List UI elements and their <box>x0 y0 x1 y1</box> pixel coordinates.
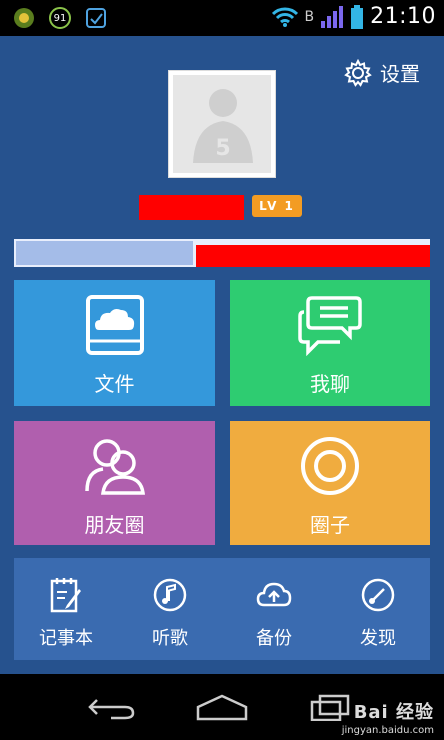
badge-91-icon: 91 <box>48 6 72 30</box>
tool-music[interactable]: 听歌 <box>118 558 222 660</box>
tool-backup-label: 备份 <box>256 628 292 649</box>
cloud-folder-icon <box>84 294 146 356</box>
gear-icon <box>344 58 372 87</box>
redacted-username <box>139 195 244 220</box>
chat-bubbles-icon <box>298 294 362 356</box>
default-avatar-icon: 5 <box>193 89 253 163</box>
level-progress-fill <box>16 241 194 265</box>
redacted-progress-text <box>196 245 430 267</box>
baidu-watermark: Bai 经验 jingyan.baidu.com <box>342 698 434 736</box>
tool-backup[interactable]: 备份 <box>222 558 326 660</box>
back-button[interactable] <box>82 690 142 724</box>
circle-ring-icon <box>299 435 361 497</box>
signal-icon <box>321 5 344 28</box>
settings-button[interactable]: 设置 <box>344 58 420 87</box>
back-arrow-icon <box>88 699 135 720</box>
cloud-upload-icon <box>255 576 293 614</box>
notepad-icon <box>49 576 83 614</box>
navigation-bar: Bai 经验 jingyan.baidu.com <box>0 674 444 740</box>
clock: 21:10 <box>370 4 436 29</box>
watermark-logo: Bai 经验 <box>353 702 434 723</box>
app-screen: 设置 5 LV 1 文件 我聊 朋友圈 圈子 记事本 听歌 备份 发现 <box>0 36 444 674</box>
game-icon <box>12 6 36 30</box>
level-badge: LV 1 <box>252 195 302 217</box>
avatar[interactable]: 5 <box>168 70 276 178</box>
tool-notepad[interactable]: 记事本 <box>14 558 118 660</box>
tool-discover[interactable]: 发现 <box>326 558 430 660</box>
compass-icon <box>360 576 396 614</box>
tile-friends-label: 朋友圈 <box>84 513 145 537</box>
avatar-placeholder: 5 <box>173 75 271 173</box>
tile-files[interactable]: 文件 <box>14 280 215 406</box>
tool-discover-label: 发现 <box>360 628 396 649</box>
home-icon <box>196 694 248 721</box>
wifi-icon <box>272 7 299 27</box>
friends-icon <box>83 435 147 497</box>
tool-music-label: 听歌 <box>152 628 188 649</box>
badge-91-text: 91 <box>53 12 67 24</box>
system-icons: B 21:10 <box>272 4 436 29</box>
notification-icons: 91 <box>12 6 108 30</box>
tool-panel: 记事本 听歌 备份 发现 <box>14 558 430 660</box>
home-button[interactable] <box>192 690 252 724</box>
svg-text:5: 5 <box>215 136 230 161</box>
tile-files-label: 文件 <box>94 372 135 396</box>
tile-friends[interactable]: 朋友圈 <box>14 421 215 545</box>
tool-notepad-label: 记事本 <box>39 628 93 649</box>
check-app-icon <box>84 6 108 30</box>
tile-chat[interactable]: 我聊 <box>230 280 430 406</box>
tile-circles[interactable]: 圈子 <box>230 421 430 545</box>
watermark-url: jingyan.baidu.com <box>341 725 434 736</box>
tile-chat-label: 我聊 <box>310 372 350 396</box>
battery-icon <box>351 4 364 29</box>
music-disc-icon <box>152 576 188 614</box>
settings-label: 设置 <box>380 62 420 86</box>
tile-circles-label: 圈子 <box>310 513 350 537</box>
network-type-label: B <box>304 8 315 25</box>
status-bar: 91 B 21:10 <box>0 0 444 36</box>
